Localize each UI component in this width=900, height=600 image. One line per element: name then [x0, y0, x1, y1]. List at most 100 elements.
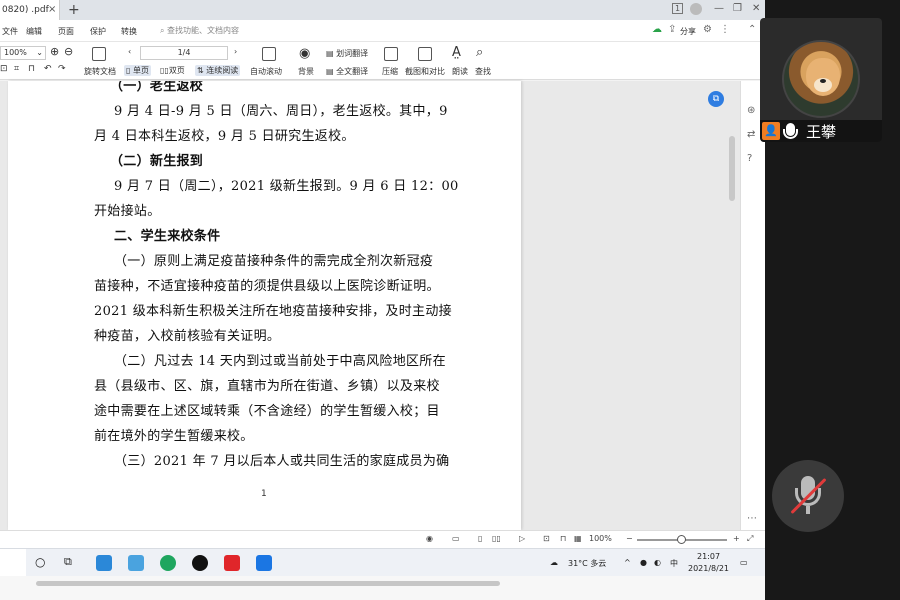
mail-app-icon[interactable]: [96, 555, 112, 571]
actual-size-icon[interactable]: ⊓: [560, 534, 566, 543]
rotate-icon[interactable]: [92, 47, 106, 61]
play-icon[interactable]: ▷: [519, 534, 525, 543]
hand-tool-icon[interactable]: ⌗: [14, 64, 19, 74]
screenshot-icon[interactable]: [418, 47, 432, 61]
tab-bar: 0820) .pdf × + 1 — ❐ ✕: [0, 0, 765, 20]
auto-scroll-icon[interactable]: [262, 47, 276, 61]
desktop-app-icon[interactable]: [128, 555, 144, 571]
translate-panel-icon[interactable]: ⇄: [747, 129, 755, 140]
new-tab-button[interactable]: +: [68, 0, 80, 20]
task-view-icon[interactable]: ⧉: [64, 555, 72, 569]
zoom-in-icon[interactable]: ⊕: [50, 45, 59, 58]
notification-icon[interactable]: ▭: [740, 558, 748, 567]
participant-name-strip: 👤 王攀: [760, 120, 882, 142]
single-page-button[interactable]: ▯ 单页: [124, 65, 151, 76]
document-tab[interactable]: 0820) .pdf ×: [0, 0, 60, 20]
more-icon[interactable]: ⋮: [720, 24, 730, 35]
doc-line: 前在境外的学生暂缓来校。: [94, 429, 254, 444]
find-icon[interactable]: ⌕: [476, 45, 483, 60]
close-tab-icon[interactable]: ×: [48, 0, 56, 20]
vertical-scrollbar[interactable]: [728, 86, 736, 526]
redo-icon[interactable]: ↷: [58, 64, 66, 74]
status-zoom-value[interactable]: 100%: [589, 534, 612, 543]
word-translate-button[interactable]: ▤ 划词翻译: [326, 48, 368, 59]
restore-icon[interactable]: ❐: [733, 3, 742, 14]
help-icon[interactable]: ?: [747, 153, 752, 164]
select-tool-icon[interactable]: ⊡: [0, 64, 8, 74]
cloud-sync-icon[interactable]: ☁: [652, 24, 662, 35]
menu-protect[interactable]: 保护: [90, 26, 106, 37]
zoom-slider[interactable]: [637, 535, 727, 544]
settings-icon[interactable]: ⚙: [703, 24, 712, 35]
wps-office-icon[interactable]: [224, 555, 240, 571]
read-aloud-icon[interactable]: A̤: [452, 45, 461, 60]
scrollbar-thumb[interactable]: [729, 136, 735, 201]
pinyin-ime-icon[interactable]: ◐: [654, 558, 661, 567]
mute-button[interactable]: [772, 460, 844, 532]
taskbar-search-box[interactable]: [0, 549, 26, 577]
weather-text[interactable]: 31°C 多云: [568, 558, 606, 569]
doc-line: 2021 级本科新生积极关注所在地疫苗接种安排，及时主动接: [94, 304, 452, 319]
edge-browser-icon[interactable]: [160, 555, 176, 571]
participant-video-tile[interactable]: 👤 王攀: [760, 18, 882, 142]
feature-search[interactable]: ⌕ 查找功能、文档内容: [160, 25, 239, 36]
close-window-icon[interactable]: ✕: [752, 3, 760, 14]
zoom-select[interactable]: 100% ⌄: [0, 46, 46, 60]
single-page-label: 单页: [132, 66, 149, 75]
fullscreen-icon[interactable]: ⤢: [747, 534, 753, 544]
background-eye-icon[interactable]: ◉: [299, 46, 310, 61]
menu-edit[interactable]: 编辑: [26, 26, 42, 37]
zoom-plus-button[interactable]: +: [733, 534, 740, 543]
meeting-app-icon[interactable]: [256, 555, 272, 571]
compress-icon[interactable]: [384, 47, 398, 61]
toolbar: 100% ⌄ ⊕ ⊖ ⊡ ⌗ ⊓ ↶ ↷ 旋转文档 ‹ 1/4 › ▯ 单页 ▯…: [0, 42, 765, 80]
tiktok-app-icon[interactable]: [192, 555, 208, 571]
menu-convert[interactable]: 转换: [121, 26, 137, 37]
horizontal-scrollbar-thumb[interactable]: [36, 581, 500, 586]
user-avatar-icon[interactable]: [690, 3, 702, 15]
zoom-slider-knob[interactable]: [677, 535, 686, 544]
read-aloud-button[interactable]: 朗读: [452, 66, 468, 77]
page-number-input[interactable]: 1/4: [140, 46, 228, 60]
system-clock[interactable]: 21:07 2021/8/21: [688, 551, 729, 575]
eye-mode-icon[interactable]: ◉: [426, 534, 433, 543]
double-page-button[interactable]: ▯▯双页: [160, 65, 185, 76]
collapse-ribbon-icon[interactable]: ⌃: [748, 24, 756, 35]
screenshot-compare-button[interactable]: 截图和对比: [405, 66, 445, 77]
ai-assistant-icon[interactable]: ⊛: [747, 105, 755, 116]
fit-page-icon[interactable]: ▭: [452, 534, 460, 543]
menu-file[interactable]: 文件: [2, 26, 18, 37]
window-count-badge[interactable]: 1: [672, 3, 684, 14]
cortana-icon[interactable]: ○: [35, 555, 45, 569]
prev-page-icon[interactable]: ‹: [128, 47, 131, 56]
share-icon[interactable]: ⇪: [668, 24, 676, 35]
status-bar: ◉ ▭ ▯ ▯▯ ▷ ⊡ ⊓ ▦ 100% − + ⤢: [0, 530, 765, 548]
find-button[interactable]: 查找: [475, 66, 491, 77]
double-page-view-icon[interactable]: ▯▯: [492, 534, 501, 543]
continuous-read-button[interactable]: ⇅ 连续阅读: [195, 65, 241, 76]
microphone-tray-icon[interactable]: ●: [640, 558, 647, 567]
more-panel-icon[interactable]: ⋯: [747, 513, 757, 524]
share-button[interactable]: 分享: [680, 26, 696, 37]
next-page-icon[interactable]: ›: [234, 47, 237, 56]
bookmark-tool-icon[interactable]: ⊓: [28, 64, 35, 74]
floating-assistant-icon[interactable]: ⧉: [708, 91, 724, 107]
zoom-minus-button[interactable]: −: [626, 534, 633, 543]
background-button[interactable]: 背景: [298, 66, 314, 77]
rotate-button[interactable]: 旋转文档: [84, 66, 116, 77]
undo-icon[interactable]: ↶: [44, 64, 52, 74]
doc-line: 苗接种，不适宜接种疫苗的须提供县级以上医院诊断证明。: [94, 279, 440, 294]
single-page-view-icon[interactable]: ▯: [478, 534, 482, 543]
tray-expand-icon[interactable]: ^: [624, 558, 631, 567]
grid-view-icon[interactable]: ▦: [574, 534, 582, 543]
minimize-icon[interactable]: —: [714, 3, 724, 14]
menu-page[interactable]: 页面: [58, 26, 74, 37]
ime-indicator[interactable]: 中: [670, 558, 678, 569]
zoom-out-icon[interactable]: ⊖: [64, 45, 73, 58]
compress-button[interactable]: 压缩: [382, 66, 398, 77]
doc-line: 9 月 7 日（周二），2021 级新生报到。9 月 6 日 12：00: [114, 179, 459, 194]
fit-width-icon[interactable]: ⊡: [543, 534, 550, 543]
full-translate-button[interactable]: ▤ 全文翻译: [326, 66, 368, 77]
weather-icon[interactable]: ☁: [550, 558, 558, 567]
auto-scroll-button[interactable]: 自动滚动: [250, 66, 282, 77]
